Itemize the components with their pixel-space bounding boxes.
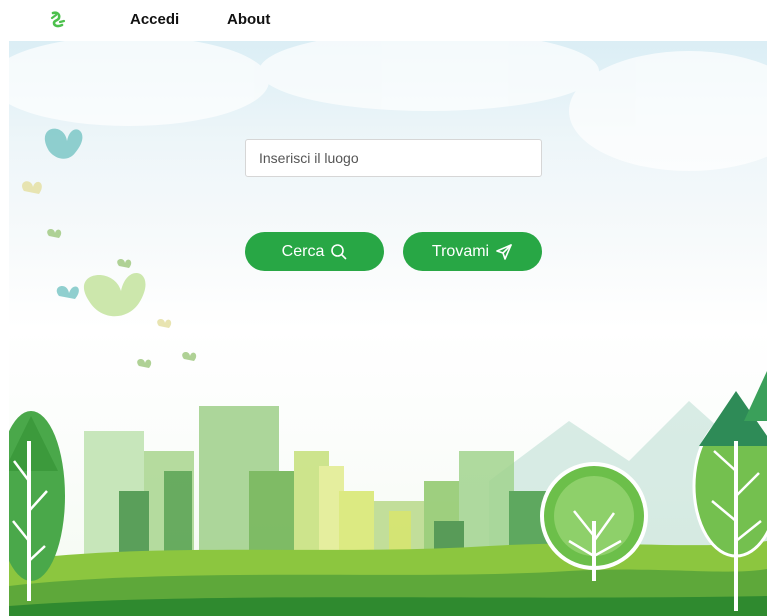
top-navbar: Accedi About <box>0 0 767 41</box>
cerca-button-label: Cerca <box>281 242 325 260</box>
butterflies-illustration <box>22 128 197 368</box>
search-icon <box>330 243 347 260</box>
hero-background: Cerca Trovami <box>9 41 767 616</box>
cerca-button[interactable]: Cerca <box>245 232 384 271</box>
trovami-button[interactable]: Trovami <box>403 232 542 271</box>
search-input[interactable] <box>245 139 542 177</box>
send-icon <box>495 243 513 261</box>
leaf-logo-icon[interactable] <box>48 10 68 32</box>
nav-link-about[interactable]: About <box>227 11 270 28</box>
nav-link-accedi[interactable]: Accedi <box>130 11 179 28</box>
city-park-illustration <box>9 41 767 616</box>
trovami-button-label: Trovami <box>431 242 490 260</box>
